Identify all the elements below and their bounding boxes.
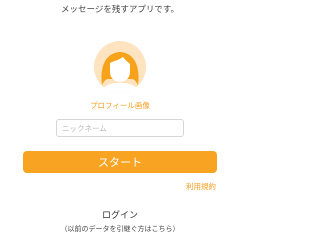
terms-of-service-link[interactable]: 利用規約 (186, 181, 216, 192)
login-transfer-note[interactable]: （以前のデータを引継ぐ方はこちら） (0, 224, 240, 234)
start-button[interactable]: スタート (23, 151, 217, 173)
default-avatar-icon (94, 41, 146, 93)
login-link[interactable]: ログイン (0, 208, 240, 221)
profile-image-picker[interactable] (90, 41, 150, 93)
profile-image-label[interactable]: プロフィール画像 (0, 100, 240, 111)
nickname-input[interactable] (56, 119, 184, 137)
app-tagline: メッセージを残すアプリです。 (61, 5, 179, 15)
